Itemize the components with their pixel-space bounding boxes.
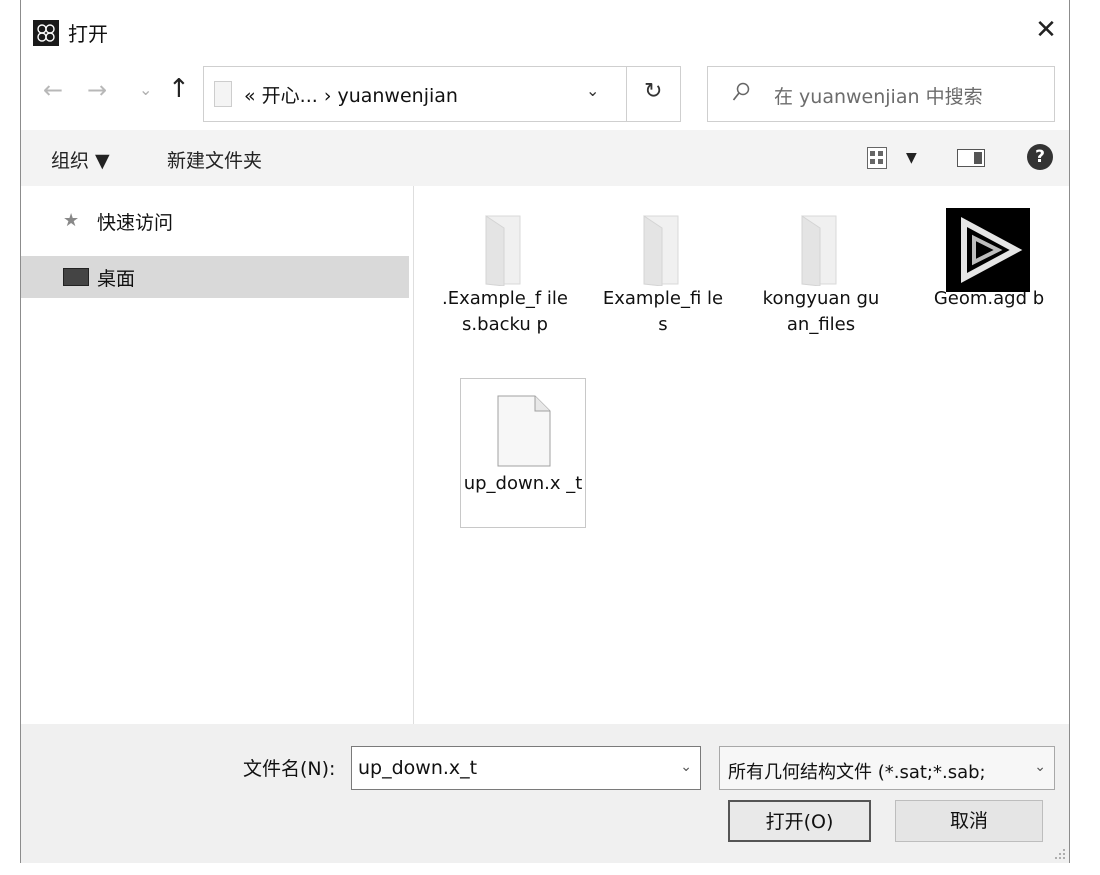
folder-icon [801,215,837,286]
file-list: .Example_f iles.backu p Example_fi les k… [414,186,1069,724]
search-icon [732,82,750,101]
view-options-icon[interactable] [867,147,887,169]
filename-dropdown-icon[interactable]: ⌄ [680,759,692,775]
star-icon: ★ [63,210,80,231]
file-name: .Example_f iles.backu p [442,288,568,335]
new-folder-button[interactable]: 新建文件夹 [167,146,262,173]
file-thumb [461,379,585,471]
file-name: up_down.x _t [463,473,583,494]
navigation-pane: ★ 快速访问 桌面 [21,186,414,724]
view-dropdown-icon[interactable]: ▼ [906,150,917,166]
folder-icon [485,215,521,286]
folder-icon [214,81,232,107]
sidebar-item-quick-access[interactable]: ★ 快速访问 [21,200,409,242]
forward-arrow-icon[interactable]: → [87,76,107,104]
folder-icon [643,215,679,286]
up-arrow-icon[interactable]: ↑ [168,74,190,104]
file-name: kongyuan guan_files [762,288,880,335]
filename-label: 文件名(N): [243,758,336,780]
navigation-bar: ← → ⌄ ↑ « 开心... › yuanwenjian ⌄ ↻ 在 yuan… [21,66,1069,122]
folder-thumb [758,194,884,286]
refresh-icon[interactable]: ↻ [644,79,662,104]
folder-thumb [600,194,726,286]
file-item[interactable]: Geom.agd b [926,194,1052,312]
filename-field[interactable]: up_down.x_t ⌄ [351,746,701,790]
back-arrow-icon[interactable]: ← [43,76,63,104]
address-bar[interactable]: « 开心... › yuanwenjian ⌄ ↻ [203,66,681,122]
open-file-dialog: 打开 ✕ ← → ⌄ ↑ « 开心... › yuanwenjian ⌄ ↻ 在… [20,0,1070,863]
folder-item[interactable]: Example_fi les [600,194,726,338]
cancel-button[interactable]: 取消 [895,800,1043,842]
search-placeholder: 在 yuanwenjian 中搜索 [774,86,983,108]
file-name: Example_fi les [602,288,724,335]
resize-grip-icon[interactable] [1054,848,1066,860]
document-icon [497,395,551,467]
breadcrumb[interactable]: « 开心... › yuanwenjian [244,81,458,108]
open-button[interactable]: 打开(O) [728,800,871,842]
geom-file-icon [946,208,1030,292]
file-item-selected[interactable]: up_down.x _t [460,378,586,528]
sidebar-item-label: 快速访问 [97,212,174,234]
preview-pane-icon[interactable] [957,149,985,167]
window-title: 打开 [68,22,108,46]
file-thumb [926,194,1052,292]
close-button[interactable]: ✕ [1023,10,1069,50]
folder-item[interactable]: .Example_f iles.backu p [442,194,568,338]
folder-item[interactable]: kongyuan guan_files [758,194,884,338]
address-dropdown-icon[interactable]: ⌄ [586,81,599,100]
recent-locations-chevron-icon[interactable]: ⌄ [139,80,152,99]
desktop-icon [63,268,89,286]
sidebar-item-desktop[interactable]: 桌面 [21,256,409,298]
help-icon[interactable]: ? [1027,144,1053,170]
app-icon [33,20,59,46]
file-type-dropdown-icon[interactable]: ⌄ [1034,759,1046,775]
folder-thumb [442,194,568,286]
title-bar: 打开 ✕ [21,0,1069,62]
dialog-footer: 文件名(N): up_down.x_t ⌄ 所有几何结构文件 (*.sat;*.… [21,724,1069,863]
filename-value[interactable]: up_down.x_t [358,757,477,779]
search-input[interactable]: 在 yuanwenjian 中搜索 [707,66,1055,122]
file-type-value: 所有几何结构文件 (*.sat;*.sab; [728,762,986,783]
file-type-select[interactable]: 所有几何结构文件 (*.sat;*.sab; ⌄ [719,746,1055,790]
sidebar-item-label: 桌面 [97,268,136,290]
address-divider [626,67,627,121]
command-toolbar: 组织 ▼ 新建文件夹 ▼ ? [21,130,1069,186]
organize-menu-button[interactable]: 组织 ▼ [51,146,110,173]
